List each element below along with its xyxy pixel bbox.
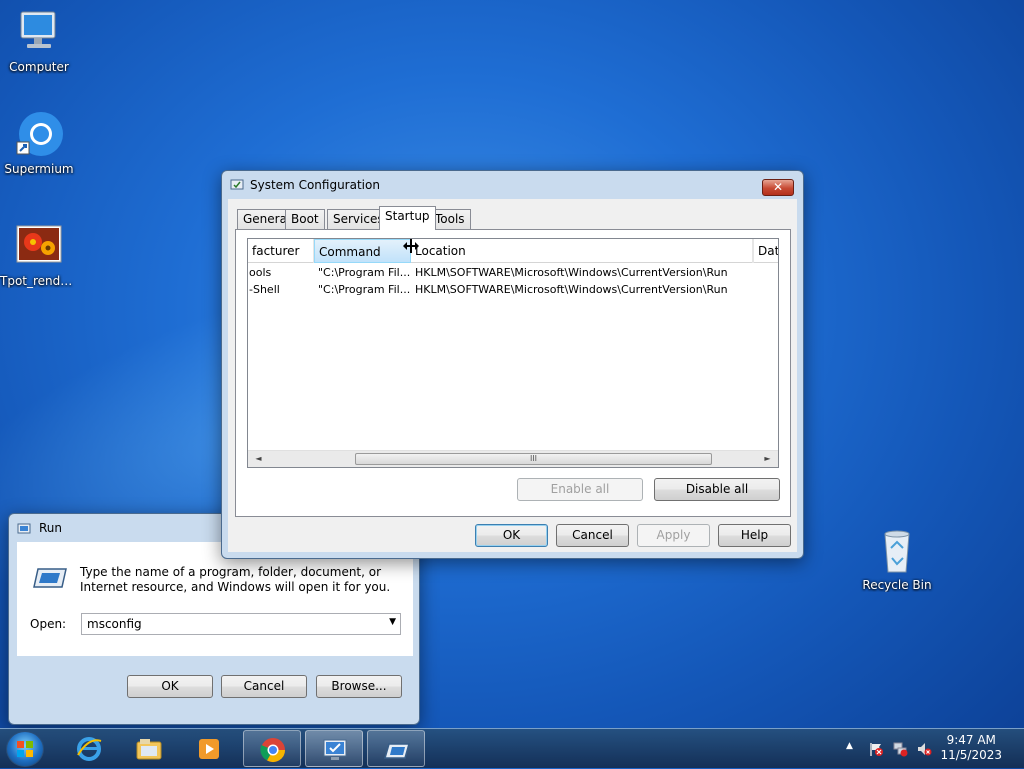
- run-browse-button[interactable]: Browse...: [316, 675, 402, 698]
- cancel-button[interactable]: Cancel: [556, 524, 629, 547]
- desktop-icon-label: Supermium: [4, 162, 74, 176]
- computer-icon: [15, 8, 63, 56]
- run-icon: [17, 523, 31, 534]
- run-description: Type the name of a program, folder, docu…: [80, 565, 391, 594]
- taskbar-chrome[interactable]: [243, 730, 301, 767]
- column-command[interactable]: Command: [314, 239, 411, 263]
- taskbar-file-explorer[interactable]: [120, 730, 178, 767]
- open-label: Open:: [30, 617, 67, 631]
- chrome-icon: [260, 738, 285, 763]
- apply-button[interactable]: Apply: [637, 524, 710, 547]
- image-file-icon: [15, 222, 63, 270]
- desktop-icon-label: Recycle Bin: [862, 578, 932, 592]
- open-combobox[interactable]: msconfig ▼: [81, 613, 401, 635]
- system-configuration-icon: [323, 739, 347, 760]
- desktop-icon-computer[interactable]: Computer: [0, 8, 78, 74]
- startup-list[interactable]: facturer Command Location Date ools "C:\…: [247, 238, 779, 468]
- cell-command: "C:\Program Fil...: [318, 266, 410, 279]
- disable-all-button[interactable]: Disable all: [654, 478, 780, 501]
- sysconfig-body: General Boot Services Startup Tools fact…: [228, 199, 797, 552]
- tab-startup[interactable]: Startup: [379, 206, 436, 230]
- system-configuration-dialog: System Configuration ✕ General Boot Serv…: [221, 170, 804, 559]
- column-date[interactable]: Date: [753, 239, 778, 263]
- internet-explorer-icon: [77, 737, 102, 761]
- close-button[interactable]: ✕: [762, 179, 794, 196]
- clock-date: 11/5/2023: [940, 748, 1002, 762]
- horizontal-scrollbar[interactable]: ◄ III ►: [248, 450, 778, 467]
- windows-logo-icon: [17, 741, 33, 757]
- cell-manufacturer: ools: [249, 266, 272, 279]
- sysconfig-title: System Configuration: [250, 178, 380, 192]
- run-title: Run: [39, 521, 63, 535]
- column-manufacturer[interactable]: facturer: [248, 239, 314, 263]
- taskbar-system-configuration[interactable]: [305, 730, 363, 767]
- desktop-icon-tpot[interactable]: Tpot_rende...: [0, 222, 78, 288]
- column-location[interactable]: Location: [411, 239, 753, 263]
- desktop-icon-recycle-bin[interactable]: Recycle Bin: [858, 526, 936, 592]
- volume-muted-icon[interactable]: [916, 741, 932, 757]
- desktop-icon-label: Computer: [9, 60, 69, 74]
- taskbar-media-player[interactable]: [180, 730, 238, 767]
- run-ok-button[interactable]: OK: [127, 675, 213, 698]
- open-input[interactable]: msconfig: [87, 617, 142, 631]
- run-cancel-button[interactable]: Cancel: [221, 675, 307, 698]
- desktop-icon-supermium[interactable]: Supermium: [0, 110, 78, 176]
- cell-manufacturer: -Shell: [249, 283, 280, 296]
- start-button[interactable]: [6, 731, 44, 767]
- table-row[interactable]: ools "C:\Program Fil... HKLM\SOFTWARE\Mi…: [248, 264, 778, 281]
- taskbar-run[interactable]: [367, 730, 425, 767]
- startup-panel: facturer Command Location Date ools "C:\…: [235, 229, 791, 517]
- network-icon[interactable]: [892, 741, 908, 757]
- system-configuration-icon: [230, 179, 244, 190]
- desktop-icon-label: Tpot_rende...: [0, 274, 78, 288]
- folder-icon: [136, 739, 162, 760]
- action-center-flag-icon[interactable]: [868, 741, 884, 757]
- clock-time: 9:47 AM: [946, 733, 996, 747]
- scroll-thumb[interactable]: III: [355, 453, 712, 465]
- cell-location: HKLM\SOFTWARE\Microsoft\Windows\CurrentV…: [415, 266, 728, 279]
- cell-command: "C:\Program Fil...: [318, 283, 410, 296]
- run-body: Type the name of a program, folder, docu…: [17, 542, 413, 656]
- sysconfig-titlebar[interactable]: System Configuration ✕: [222, 171, 803, 199]
- supermium-icon: [15, 110, 63, 158]
- scroll-right-icon[interactable]: ►: [759, 451, 776, 467]
- clock[interactable]: 9:47 AM 11/5/2023: [940, 733, 1002, 763]
- column-resize-cursor-icon: [403, 239, 419, 253]
- taskbar-internet-explorer[interactable]: [60, 730, 118, 767]
- show-hidden-icons-icon[interactable]: ▲: [846, 741, 853, 751]
- scroll-left-icon[interactable]: ◄: [250, 451, 267, 467]
- ok-button[interactable]: OK: [475, 524, 548, 547]
- help-button[interactable]: Help: [718, 524, 791, 547]
- cell-location: HKLM\SOFTWARE\Microsoft\Windows\CurrentV…: [415, 283, 728, 296]
- recycle-bin-icon: [873, 526, 921, 574]
- run-app-icon: [33, 568, 67, 588]
- run-icon: [384, 743, 410, 759]
- chevron-down-icon[interactable]: ▼: [389, 617, 396, 627]
- enable-all-button[interactable]: Enable all: [517, 478, 643, 501]
- close-icon: ✕: [772, 180, 784, 194]
- table-row[interactable]: -Shell "C:\Program Fil... HKLM\SOFTWARE\…: [248, 281, 778, 298]
- media-player-icon: [199, 739, 219, 759]
- taskbar: ▲ 9:47 AM 11/5/2023: [0, 728, 1024, 768]
- list-header: facturer Command Location Date: [248, 239, 778, 263]
- tab-boot[interactable]: Boot: [285, 209, 325, 229]
